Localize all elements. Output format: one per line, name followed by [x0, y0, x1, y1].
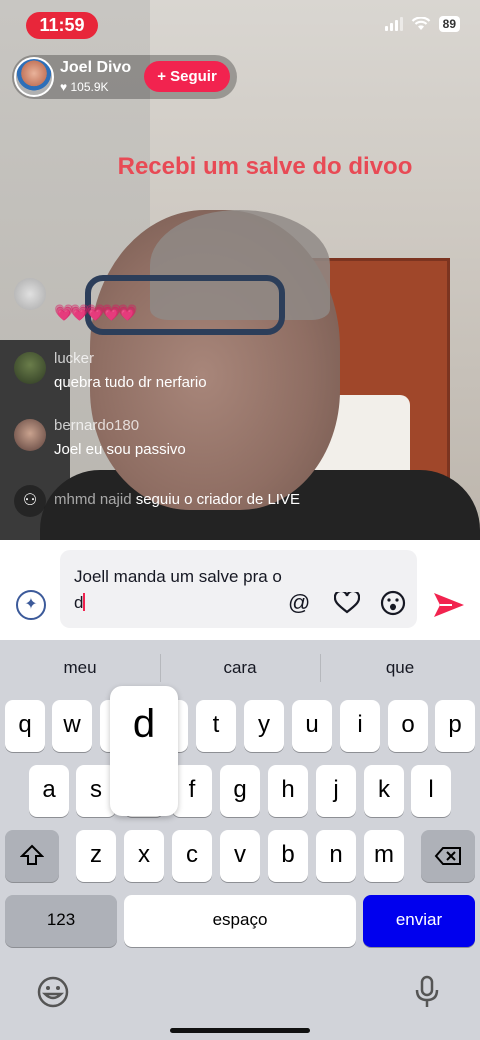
sparkle-icon[interactable]: ✦: [16, 590, 46, 620]
comment-text: quebra tudo dr nerfario: [54, 374, 207, 391]
key-y[interactable]: y: [244, 700, 284, 752]
user-follow-icon: ⚇: [14, 485, 46, 517]
signal-icon: [384, 17, 403, 31]
home-indicator: [170, 1028, 310, 1033]
key-u[interactable]: u: [292, 700, 332, 752]
numbers-key[interactable]: 123: [5, 895, 117, 947]
status-icons: 89: [384, 16, 460, 32]
heart-outline-icon[interactable]: [334, 592, 360, 614]
key-l[interactable]: l: [411, 765, 451, 817]
key-n[interactable]: n: [316, 830, 356, 882]
suggestion-item[interactable]: cara: [160, 658, 320, 678]
key-h[interactable]: h: [268, 765, 308, 817]
key-w[interactable]: w: [52, 700, 92, 752]
space-key[interactable]: espaço: [124, 895, 356, 947]
follow-button[interactable]: + Seguir: [144, 61, 230, 92]
emoji-keyboard-icon[interactable]: [36, 975, 70, 1009]
emoji-icon[interactable]: [380, 590, 406, 616]
status-bar: 11:59 89: [0, 10, 480, 40]
host-name: Joel Divo: [60, 59, 132, 76]
key-x[interactable]: x: [124, 830, 164, 882]
suggestion-item[interactable]: que: [320, 658, 480, 678]
comment-input[interactable]: Joell manda um salve pra o d @: [60, 550, 417, 628]
text-caret: [83, 593, 86, 611]
shift-icon: [19, 844, 45, 865]
comment-input-text[interactable]: Joell manda um salve pra o d: [74, 564, 294, 616]
status-time: 11:59: [26, 12, 98, 39]
follow-note-text: mhmd najid seguiu o criador de LIVE: [54, 491, 300, 508]
enter-key[interactable]: enviar: [363, 895, 475, 947]
key-m[interactable]: m: [364, 830, 404, 882]
comment-username: bernardo180: [54, 417, 140, 434]
comment-username: lucker: [54, 350, 95, 367]
comment-avatar: [14, 419, 46, 451]
shift-key[interactable]: [5, 830, 59, 882]
host-card[interactable]: Joel Divo ♥ 105.9K + Seguir: [12, 55, 237, 99]
comment-input-bar: ✦ Joell manda um salve pra o d @: [0, 540, 480, 640]
backspace-icon: [434, 847, 461, 865]
key-i[interactable]: i: [340, 700, 380, 752]
suggestion-item[interactable]: meu: [0, 658, 160, 678]
key-v[interactable]: v: [220, 830, 260, 882]
backspace-key[interactable]: [421, 830, 475, 882]
comment-input-value: Joell manda um salve pra o d: [74, 567, 282, 612]
key-o[interactable]: o: [388, 700, 428, 752]
key-k[interactable]: k: [364, 765, 404, 817]
key-a[interactable]: a: [29, 765, 69, 817]
key-b[interactable]: b: [268, 830, 308, 882]
key-q[interactable]: q: [5, 700, 45, 752]
key-z[interactable]: z: [76, 830, 116, 882]
host-avatar[interactable]: [14, 57, 54, 97]
follow-note-user: mhmd najid: [54, 491, 132, 508]
key-popup: d: [110, 686, 178, 816]
mention-icon[interactable]: @: [288, 590, 310, 616]
comment-avatar: [14, 278, 46, 310]
host-likes: ♥ 105.9K: [60, 80, 109, 94]
follow-note-message: seguiu o criador de LIVE: [135, 491, 300, 508]
key-t[interactable]: t: [196, 700, 236, 752]
key-g[interactable]: g: [220, 765, 260, 817]
key-j[interactable]: j: [316, 765, 356, 817]
key-c[interactable]: c: [172, 830, 212, 882]
wifi-icon: [411, 17, 430, 30]
comment-avatar: [14, 352, 46, 384]
hearts-reaction: 💗💗💗💗💗: [54, 305, 138, 322]
key-f[interactable]: f: [172, 765, 212, 817]
host-likes-count: 105.9K: [70, 80, 109, 94]
send-icon[interactable]: [432, 590, 466, 620]
keyboard-suggestions: meu cara que: [0, 640, 480, 696]
microphone-icon[interactable]: [414, 975, 440, 1009]
battery-icon: 89: [438, 16, 460, 32]
heart-icon: ♥: [60, 80, 68, 94]
live-overlay-text: Recebi um salve do divoo: [117, 153, 413, 180]
key-p[interactable]: p: [435, 700, 475, 752]
comment-text: Joel eu sou passivo: [54, 441, 186, 458]
